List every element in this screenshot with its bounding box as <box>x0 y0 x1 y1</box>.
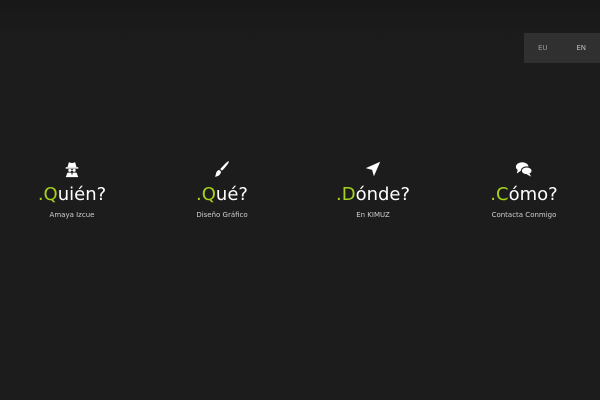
nav-item-title: .Cómo? <box>490 184 558 205</box>
chat-bubbles-icon <box>515 160 533 178</box>
language-switch: EU EN <box>524 33 600 63</box>
nav-item-title: .Quién? <box>37 184 107 205</box>
spy-icon <box>63 160 81 178</box>
page: EU EN .Quién? Amaya Izcue .Qué? Diseño G… <box>0 0 600 400</box>
nav-item-subtitle: Amaya Izcue <box>49 211 95 219</box>
nav-item-que[interactable]: .Qué? Diseño Gráfico <box>162 160 282 220</box>
lang-option-en[interactable]: EN <box>576 44 586 52</box>
nav-item-subtitle: Diseño Gráfico <box>196 211 248 219</box>
paintbrush-icon <box>213 160 231 178</box>
nav-item-como[interactable]: .Cómo? Contacta Conmigo <box>464 160 584 220</box>
nav-item-subtitle: Contacta Conmigo <box>491 211 557 219</box>
nav-item-subtitle: En KIMUZ <box>356 211 390 219</box>
nav-items: .Quién? Amaya Izcue .Qué? Diseño Gráfico… <box>0 160 600 230</box>
nav-item-quien[interactable]: .Quién? Amaya Izcue <box>12 160 132 220</box>
nav-item-donde[interactable]: .Dónde? En KIMUZ <box>313 160 433 220</box>
location-arrow-icon <box>364 160 382 178</box>
lang-option-eu[interactable]: EU <box>538 44 548 52</box>
nav-item-title: .Qué? <box>196 184 248 205</box>
nav-item-title: .Dónde? <box>335 184 411 205</box>
